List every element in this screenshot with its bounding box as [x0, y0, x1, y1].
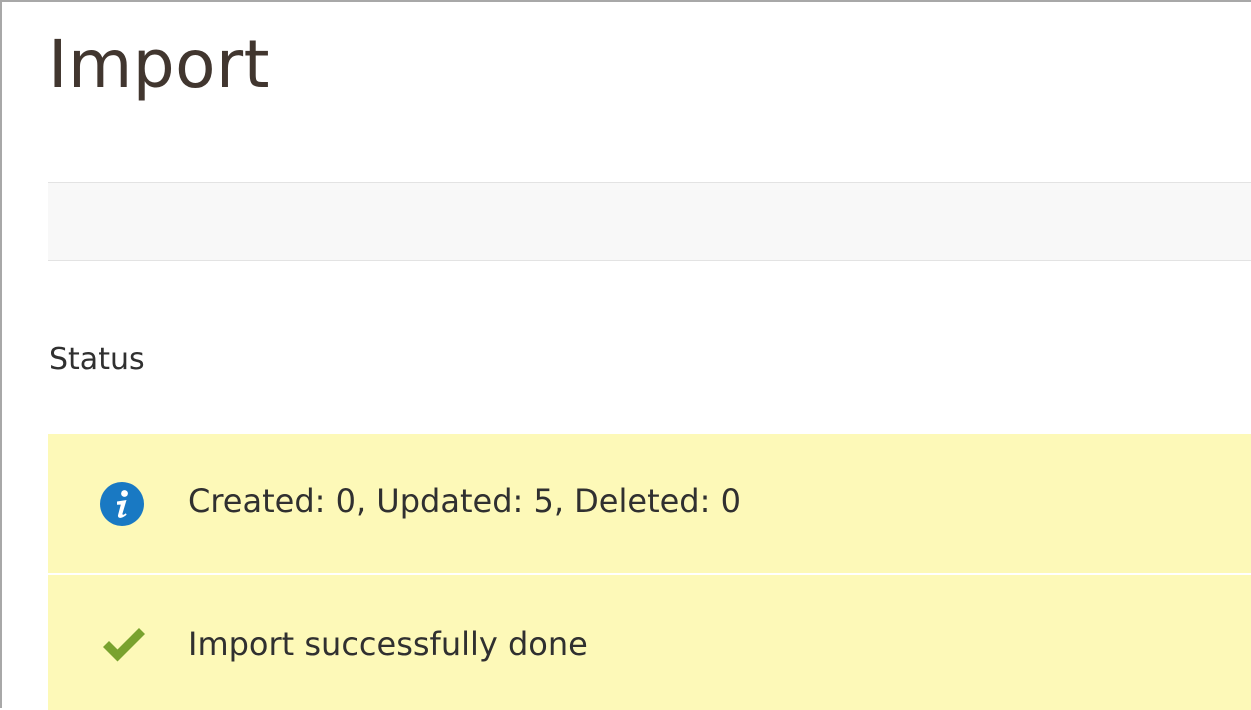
info-message-text: Created: 0, Updated: 5, Deleted: 0 — [188, 482, 741, 520]
info-message: Created: 0, Updated: 5, Deleted: 0 — [48, 434, 1251, 573]
success-message: Import successfully done — [48, 575, 1251, 710]
page-title: Import — [48, 26, 271, 103]
info-icon — [100, 482, 144, 526]
import-page: Import Status Created: 0, Updated: 5, De… — [0, 0, 1251, 710]
status-section-title: Status — [49, 342, 145, 377]
page-actions-bar — [48, 182, 1251, 261]
checkmark-icon — [100, 623, 145, 667]
success-message-text: Import successfully done — [188, 625, 588, 663]
